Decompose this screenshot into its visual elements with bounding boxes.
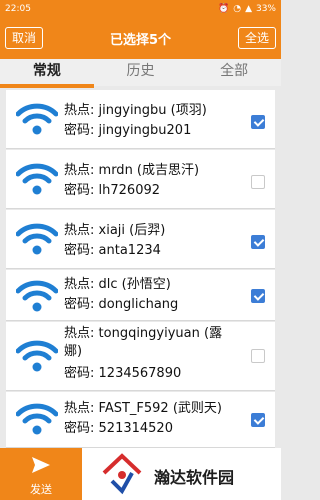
hotspot-list: 热点: jingyingbu (项羽) 密码: jingyingbu201 热点… (0, 90, 281, 448)
hotspot-ssid: jingyingbu (项羽) (98, 103, 207, 118)
list-item[interactable]: 热点: tongqingyiyuan (露 娜) 密码: 1234567890 (6, 322, 275, 391)
password-label: 密码: (64, 297, 95, 312)
send-icon (32, 457, 50, 473)
password-line: 密码: lh726092 (64, 182, 160, 200)
hotspot-ssid: tongqingyiyuan (露 (98, 326, 223, 341)
hotspot-password: 521314520 (98, 421, 173, 436)
hotspot-line-continued: 娜) (64, 343, 82, 361)
status-icons: ⏰ ◔ ▲ 33% (218, 4, 276, 14)
signal-icon: ▲ (245, 3, 252, 14)
bottom-bar: 发送 瀚达软件园 (0, 448, 281, 500)
hotspot-ssid: FAST_F592 (武则天) (98, 401, 222, 416)
wifi-icon (16, 340, 58, 372)
password-label: 密码: (64, 421, 95, 436)
hotspot-password: jingyingbu201 (98, 123, 192, 138)
wifi-icon (16, 163, 58, 195)
hotspot-checkbox[interactable] (251, 413, 265, 427)
tab-history[interactable]: 历史 (94, 59, 188, 86)
logo-icon (102, 453, 142, 495)
watermark-logo: 瀚达软件园 (98, 453, 278, 495)
list-item[interactable]: 热点: FAST_F592 (武则天) 密码: 521314520 (6, 392, 275, 448)
password-label: 密码: (64, 123, 95, 138)
select-all-button[interactable]: 全选 (237, 27, 276, 49)
hotspot-checkbox[interactable] (251, 349, 265, 363)
status-time: 22:05 (5, 3, 31, 14)
tab-all[interactable]: 全部 (187, 59, 281, 86)
send-label: 发送 (30, 483, 52, 496)
hotspot-ssid: mrdn (成吉思汗) (98, 163, 200, 178)
list-item[interactable]: 热点: jingyingbu (项羽) 密码: jingyingbu201 (6, 90, 275, 149)
tab-bar: 常规 历史 全部 (0, 59, 281, 88)
wifi-status-icon: ◔ (233, 3, 242, 14)
status-bar: 22:05 ⏰ ◔ ▲ 33% (0, 0, 281, 17)
hotspot-ssid: dlc (孙悟空) (98, 277, 171, 292)
password-label: 密码: (64, 243, 95, 258)
wifi-icon (16, 103, 58, 135)
hotspot-label: 热点: (64, 163, 95, 178)
hotspot-checkbox[interactable] (251, 235, 265, 249)
hotspot-label: 热点: (64, 401, 95, 416)
hotspot-label: 热点: (64, 103, 95, 118)
password-line: 密码: jingyingbu201 (64, 122, 191, 140)
password-line: 密码: donglichang (64, 296, 178, 314)
hotspot-label: 热点: (64, 326, 95, 341)
hotspot-checkbox[interactable] (251, 175, 265, 189)
password-line: 密码: anta1234 (64, 242, 161, 260)
send-button[interactable]: 发送 (0, 448, 82, 500)
hotspot-checkbox[interactable] (251, 289, 265, 303)
password-line: 密码: 521314520 (64, 420, 173, 438)
hotspot-line: 热点: FAST_F592 (武则天) (64, 400, 222, 418)
wifi-icon (16, 403, 58, 435)
alarm-icon: ⏰ (217, 3, 230, 14)
hotspot-checkbox[interactable] (251, 115, 265, 129)
hotspot-password: anta1234 (98, 243, 161, 258)
hotspot-line: 热点: xiaji (后羿) (64, 222, 165, 240)
list-item[interactable]: 热点: xiaji (后羿) 密码: anta1234 (6, 210, 275, 269)
title-bar: 取消 已选择5个 全选 (0, 17, 281, 59)
hotspot-line: 热点: tongqingyiyuan (露 (64, 325, 222, 343)
hotspot-password: donglichang (98, 297, 179, 312)
password-label: 密码: (64, 183, 95, 198)
hotspot-ssid-continued: 娜) (64, 344, 83, 359)
brand-text: 瀚达软件园 (154, 468, 235, 487)
hotspot-ssid: xiaji (后羿) (98, 223, 166, 238)
list-item[interactable]: 热点: dlc (孙悟空) 密码: donglichang (6, 270, 275, 321)
hotspot-password: lh726092 (98, 183, 161, 198)
wifi-icon (16, 223, 58, 255)
hotspot-line: 热点: jingyingbu (项羽) (64, 102, 207, 120)
password-label: 密码: (64, 366, 95, 381)
wifi-icon (16, 280, 58, 312)
hotspot-label: 热点: (64, 223, 95, 238)
password-line: 密码: 1234567890 (64, 365, 181, 383)
hotspot-line: 热点: mrdn (成吉思汗) (64, 162, 199, 180)
tab-regular[interactable]: 常规 (0, 59, 94, 88)
hotspot-label: 热点: (64, 277, 95, 292)
list-item[interactable]: 热点: mrdn (成吉思汗) 密码: lh726092 (6, 150, 275, 209)
hotspot-line: 热点: dlc (孙悟空) (64, 276, 171, 294)
hotspot-password: 1234567890 (98, 366, 182, 381)
battery-level: 33% (255, 3, 276, 14)
